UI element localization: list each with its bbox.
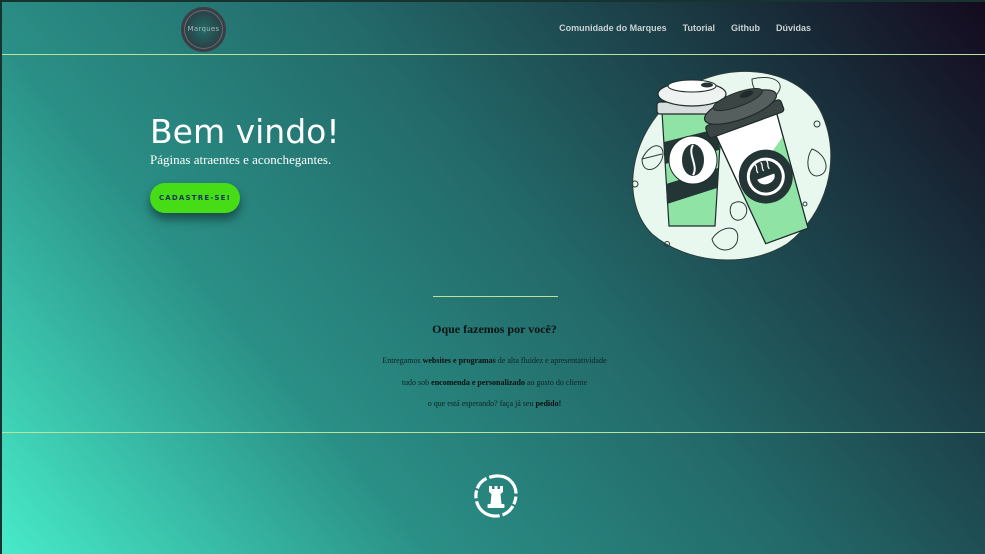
description-text: de alta fluidez e apresentatividade xyxy=(495,356,607,365)
description-text: o que está esperando? faça já seu xyxy=(427,399,536,408)
hero-subtitle: Páginas atraentes e aconchegantes. xyxy=(150,152,332,167)
footer-divider xyxy=(2,432,985,433)
description-line-1: Entregamos websites e programas de alta … xyxy=(2,356,985,365)
main-nav: Comunidade do Marques Tutorial Github Dú… xyxy=(559,23,811,33)
chess-rook-logo-icon[interactable] xyxy=(472,472,520,520)
coffee-cups-illustration xyxy=(631,70,832,261)
site-logo[interactable]: Marques xyxy=(181,7,226,52)
description-line-3: o que está esperando? faça já seu pedido… xyxy=(2,399,985,408)
description-highlight: pedido! xyxy=(535,399,562,408)
signup-button[interactable]: CADASTRE-SE! xyxy=(150,183,240,213)
top-navbar: Marques Comunidade do Marques Tutorial G… xyxy=(2,2,985,55)
description-text: Entregamos xyxy=(382,356,423,365)
description-highlight: websites e programas xyxy=(422,356,496,365)
description-highlight: encomenda e personalizado xyxy=(431,378,525,387)
description-line-2: tudo sob encomenda e personalizado ao go… xyxy=(2,378,985,387)
site-logo-text: Marques xyxy=(187,25,220,33)
nav-link-duvidas[interactable]: Dúvidas xyxy=(776,23,811,33)
section-divider xyxy=(433,296,558,297)
nav-link-tutorial[interactable]: Tutorial xyxy=(683,23,715,33)
hero-title: Bem vindo! xyxy=(150,112,340,151)
description-text: tudo sob xyxy=(401,378,432,387)
nav-link-comunidade[interactable]: Comunidade do Marques xyxy=(559,23,667,33)
section-title: Oque fazemos por você? xyxy=(432,322,557,336)
description-text: ao gosto do cliente xyxy=(524,378,588,387)
nav-link-github[interactable]: Github xyxy=(731,23,760,33)
